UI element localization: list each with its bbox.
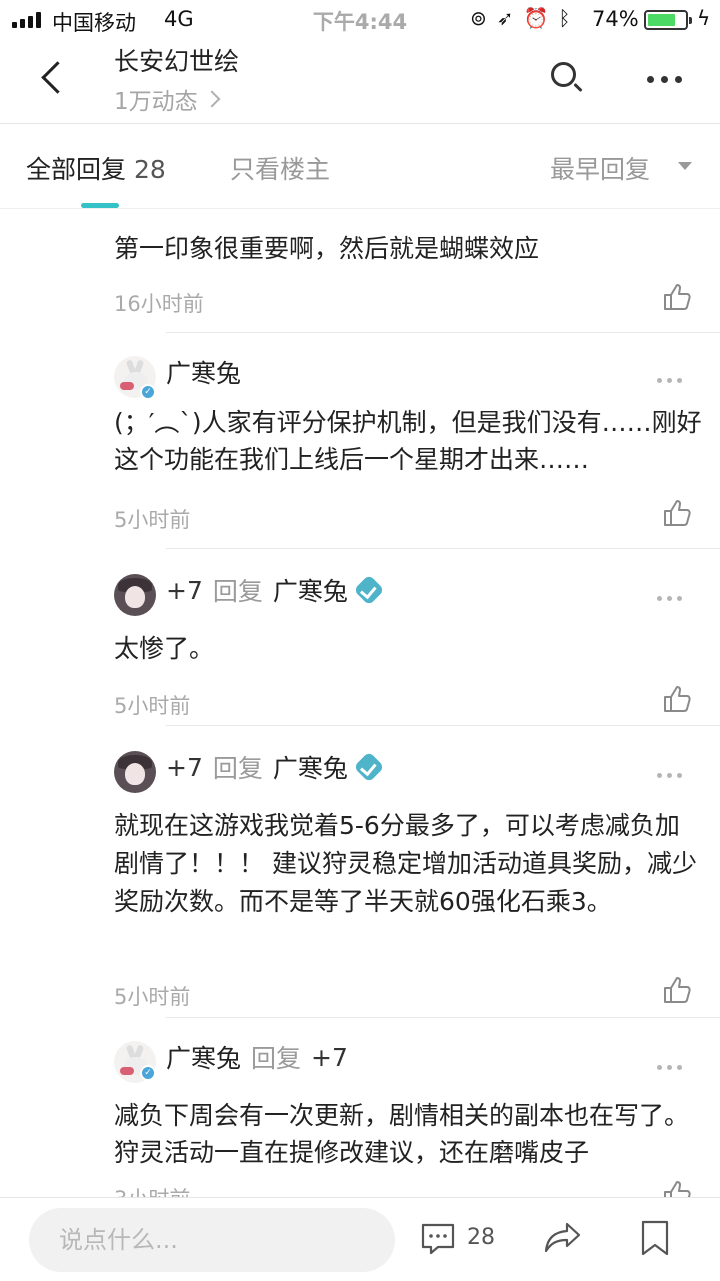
comment-username[interactable]: +7 xyxy=(166,576,203,605)
like-icon[interactable] xyxy=(662,975,692,1005)
reply-label: 回复 xyxy=(212,754,263,783)
chevron-right-icon xyxy=(203,90,221,108)
comment-text: 太惨了。 xyxy=(114,634,215,663)
search-icon[interactable] xyxy=(549,60,585,96)
tab-all-label: 全部回复 xyxy=(26,155,127,184)
verified-icon xyxy=(353,574,385,606)
comment-time: 5小时前 xyxy=(114,694,191,718)
subtitle-link[interactable]: 1万动态 xyxy=(114,82,221,116)
comment-time: 5小时前 xyxy=(114,508,191,532)
verified-icon: ✓ xyxy=(140,384,156,400)
comment-time: 16小时前 xyxy=(114,292,204,316)
back-icon[interactable] xyxy=(36,56,76,100)
comment-text: 减负下周会有一次更新，剧情相关的副本也在写了。狩灵活动一直在提修改建议，还在磨嘴… xyxy=(114,1101,690,1167)
comment-time: 3小时前 xyxy=(114,1183,190,1197)
page-title: 长安幻世绘 xyxy=(114,47,240,76)
divider xyxy=(166,548,720,549)
more-icon[interactable] xyxy=(657,378,682,383)
verified-icon xyxy=(353,751,385,783)
tab-owner-only[interactable]: 只看楼主 xyxy=(230,150,330,186)
status-bar: 中国移动 4G 下午4:44 ⊚ ➶ ⏰ ᛒ 74% ϟ xyxy=(0,0,720,40)
tab-indicator xyxy=(81,203,119,208)
alarm-icon: ⏰ xyxy=(523,6,549,30)
nav-header: 长安幻世绘 1万动态 xyxy=(0,40,720,124)
comment-text: (；′︵`)人家有评分保护机制，但是我们没有……刚好这个功能在我们上线后一个星期… xyxy=(114,408,702,474)
bluetooth-icon: ᛒ xyxy=(558,6,571,30)
caret-down-icon[interactable] xyxy=(678,162,692,170)
comment-meta: +7 回复 广寒兔 xyxy=(166,749,385,785)
location-icon: ➶ xyxy=(496,6,514,30)
subtitle-text: 1万动态 xyxy=(114,89,198,115)
reply-target[interactable]: +7 xyxy=(311,1043,348,1072)
comment-input[interactable]: 说点什么... xyxy=(29,1208,395,1272)
reply-label: 回复 xyxy=(212,577,263,606)
rotation-lock-icon: ⊚ xyxy=(470,6,487,30)
share-icon[interactable] xyxy=(543,1220,583,1256)
comment-username[interactable]: 广寒兔 xyxy=(166,1039,241,1075)
charging-icon: ϟ xyxy=(697,6,711,30)
comment-meta: 广寒兔 回复 +7 xyxy=(166,1039,348,1075)
reply-target[interactable]: 广寒兔 xyxy=(273,749,348,785)
avatar[interactable] xyxy=(114,574,156,616)
comment-time: 5小时前 xyxy=(114,985,191,1009)
reply-target[interactable]: 广寒兔 xyxy=(273,572,348,608)
battery-percent: 74% xyxy=(592,7,639,31)
more-icon[interactable] xyxy=(657,773,682,778)
battery-icon xyxy=(644,10,692,30)
bookmark-icon[interactable] xyxy=(640,1220,670,1256)
comment-username[interactable]: 广寒兔 xyxy=(166,354,241,390)
sort-dropdown[interactable]: 最早回复 xyxy=(550,150,650,186)
reply-tabs: 全部回复 28 只看楼主 最早回复 xyxy=(0,125,720,209)
reply-label: 回复 xyxy=(251,1044,302,1073)
tab-all-replies[interactable]: 全部回复 28 xyxy=(26,150,166,186)
comment-count: 28 xyxy=(467,1225,495,1250)
verified-icon: ✓ xyxy=(140,1065,156,1081)
avatar[interactable] xyxy=(114,751,156,793)
comment-list: 第一印象很重要啊，然后就是蝴蝶效应 16小时前 ✓ 广寒兔 (；′︵`)人家有评… xyxy=(0,210,720,1197)
comment-icon[interactable] xyxy=(420,1222,456,1256)
like-icon[interactable] xyxy=(662,1179,692,1197)
comment-meta: +7 回复 广寒兔 xyxy=(166,572,385,608)
battery-fill xyxy=(648,14,675,26)
comment-text: 第一印象很重要啊，然后就是蝴蝶效应 xyxy=(114,234,540,263)
bottom-bar: 说点什么... 28 xyxy=(0,1197,720,1281)
divider xyxy=(166,725,720,726)
more-icon[interactable] xyxy=(647,76,682,83)
comment-text: 就现在这游戏我觉着5-6分最多了，可以考虑减负加剧情了！！！ 建议狩灵稳定增加活… xyxy=(114,811,697,916)
like-icon[interactable] xyxy=(662,282,692,312)
like-icon[interactable] xyxy=(662,498,692,528)
status-icons: ⊚ ➶ ⏰ ᛒ xyxy=(470,6,570,30)
more-icon[interactable] xyxy=(657,1065,682,1070)
divider xyxy=(166,1017,720,1018)
comment-username[interactable]: +7 xyxy=(166,753,203,782)
like-icon[interactable] xyxy=(662,684,692,714)
tab-all-count: 28 xyxy=(134,155,166,184)
more-icon[interactable] xyxy=(657,596,682,601)
divider xyxy=(166,332,720,333)
